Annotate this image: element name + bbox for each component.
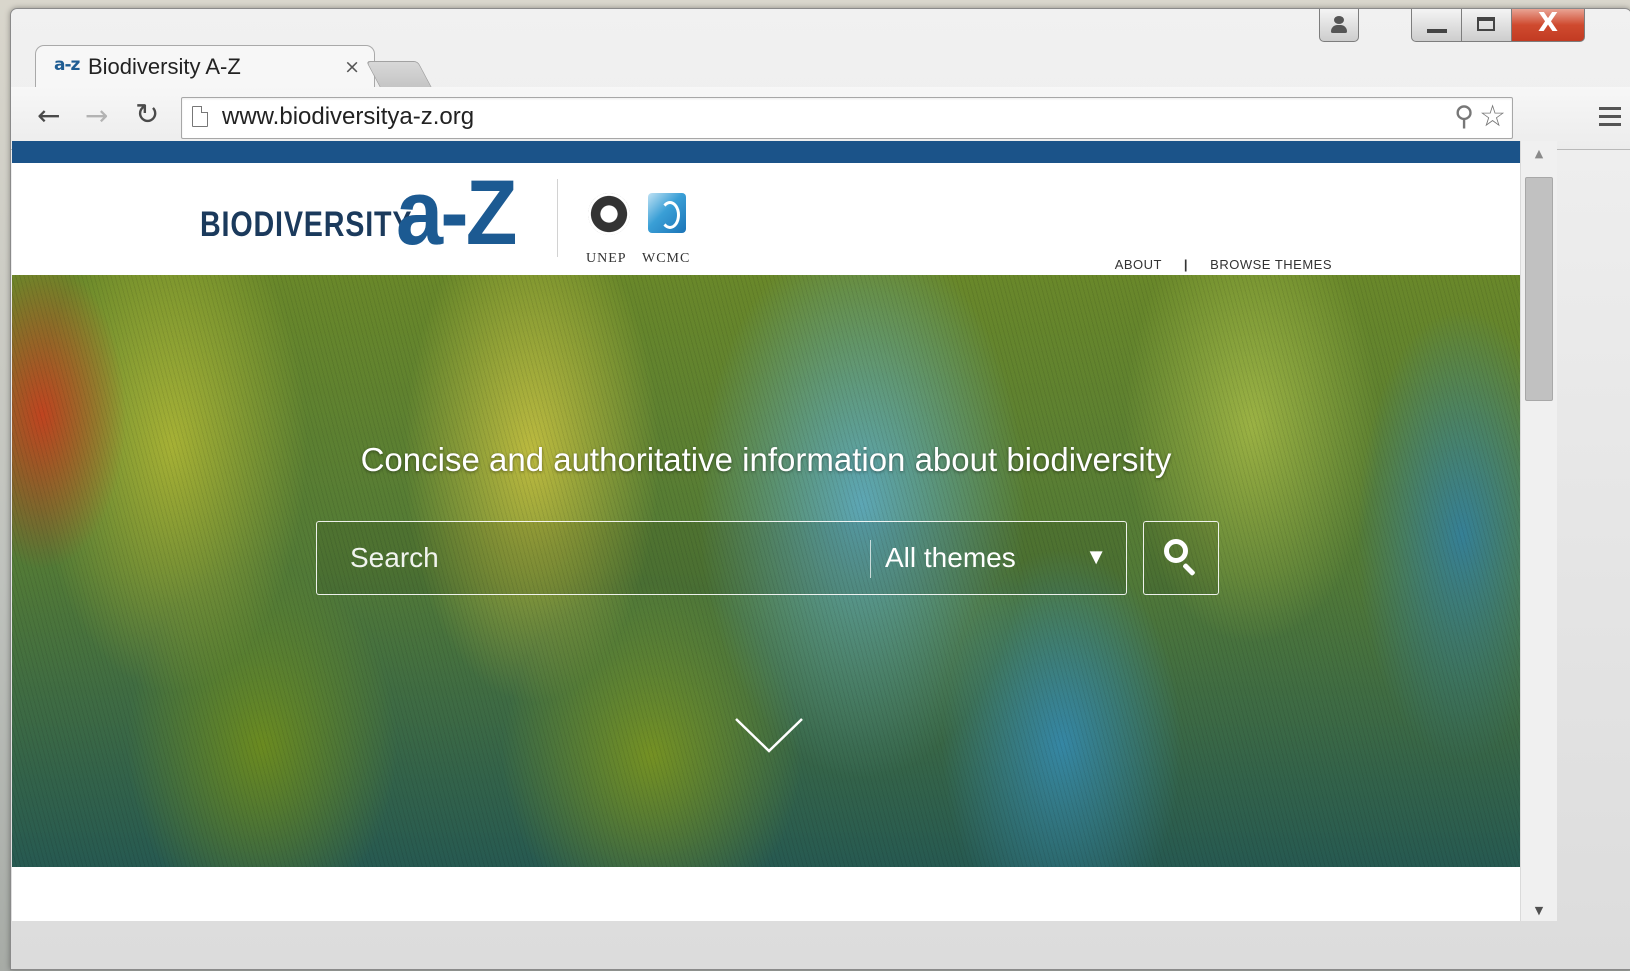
new-tab-button[interactable]: [365, 61, 433, 88]
search-divider: [870, 540, 871, 578]
scrollbar-thumb[interactable]: [1525, 177, 1553, 401]
search-input[interactable]: [317, 522, 867, 594]
site-top-bar: [12, 141, 1520, 163]
tab-title: Biodiversity A-Z: [88, 54, 241, 79]
bookmark-star-icon[interactable]: ☆: [1479, 99, 1506, 134]
logo-wordmark[interactable]: BIODIVERSITY: [200, 205, 412, 245]
close-window-button[interactable]: X: [1511, 9, 1585, 42]
main-nav: ABOUT | BROWSE THEMES: [1115, 257, 1332, 272]
theme-select-value: All themes: [885, 542, 1016, 573]
scroll-down-arrow-icon[interactable]: ▼: [1521, 904, 1557, 917]
user-icon-body: [1331, 25, 1347, 33]
page-viewport: BIODIVERSITY a-Z UNEP WCMC ABOUT | BROWS…: [12, 141, 1520, 921]
maximize-button[interactable]: [1461, 9, 1513, 42]
search-zoom-icon[interactable]: ⚲: [1454, 101, 1474, 132]
theme-select-dropdown[interactable]: All themes ▼: [885, 522, 1125, 594]
page-content-area: [12, 867, 1520, 921]
site-header: BIODIVERSITY a-Z UNEP WCMC ABOUT | BROWS…: [12, 163, 1520, 275]
search-icon-handle: [1182, 562, 1196, 577]
tab-strip: a-z Biodiversity A-Z × X: [11, 9, 1630, 88]
nav-about-link[interactable]: ABOUT: [1115, 257, 1162, 272]
scroll-down-chevron-icon[interactable]: [734, 715, 804, 755]
unep-logo-icon[interactable]: [588, 193, 630, 235]
url-text[interactable]: www.biodiversitya-z.org: [222, 103, 474, 131]
reload-icon[interactable]: ↻: [135, 97, 159, 131]
browser-menu-icon[interactable]: [1599, 107, 1621, 131]
dropdown-arrow-icon: ▼: [1085, 544, 1107, 569]
close-icon: X: [1537, 8, 1559, 38]
logo-divider: [557, 179, 558, 257]
hero-tagline: Concise and authoritative information ab…: [360, 441, 1172, 478]
vertical-scrollbar[interactable]: ▲ ▼: [1520, 141, 1557, 921]
menu-icon-bar: [1599, 123, 1621, 126]
maximize-icon: [1477, 17, 1495, 31]
minimize-icon: [1427, 29, 1447, 33]
forward-arrow-icon[interactable]: →: [85, 99, 108, 132]
address-bar[interactable]: www.biodiversitya-z.org ⚲ ☆: [181, 97, 1513, 139]
profile-button[interactable]: [1319, 9, 1359, 42]
tab-close-icon[interactable]: ×: [344, 56, 360, 78]
search-button[interactable]: [1143, 521, 1219, 595]
minimize-button[interactable]: [1411, 9, 1463, 42]
scroll-up-arrow-icon[interactable]: ▲: [1521, 147, 1557, 160]
site-favicon-icon: a-z: [54, 55, 80, 75]
nav-browse-themes-link[interactable]: BROWSE THEMES: [1210, 257, 1332, 272]
search-form: All themes ▼: [316, 521, 1127, 595]
back-arrow-icon[interactable]: ←: [37, 99, 60, 132]
wcmc-logo-icon[interactable]: [648, 193, 686, 233]
wcmc-label: WCMC: [642, 251, 691, 266]
menu-icon-bar: [1599, 107, 1621, 110]
hero-banner: Concise and authoritative information ab…: [12, 275, 1520, 867]
browser-tab[interactable]: a-z Biodiversity A-Z ×: [35, 45, 375, 88]
user-icon: [1334, 16, 1344, 24]
search-icon: [1164, 539, 1188, 563]
unep-label: UNEP: [586, 251, 627, 266]
menu-icon-bar: [1599, 115, 1621, 118]
nav-separator: |: [1183, 257, 1189, 272]
logo-az-mark[interactable]: a-Z: [396, 167, 517, 259]
page-icon: [192, 106, 208, 127]
